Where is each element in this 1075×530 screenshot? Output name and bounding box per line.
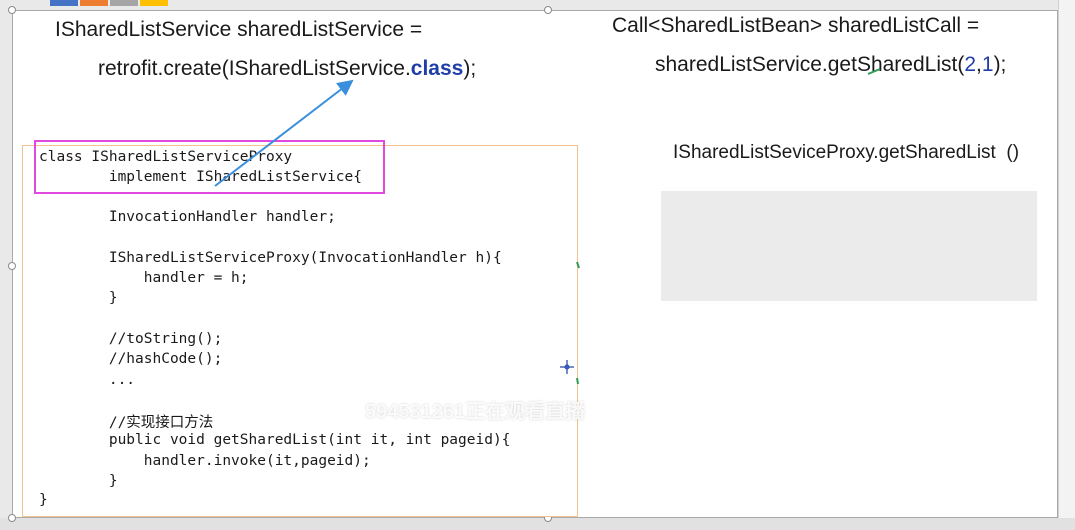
left-header-line2: retrofit.create(ISharedListService.class… <box>98 57 476 81</box>
right-header-line2-prefix: sharedListService.getSharedList( <box>655 53 965 76</box>
class-keyword: class <box>410 57 464 80</box>
code-line: handler = h; <box>39 270 249 286</box>
code-line: } <box>39 290 118 306</box>
vertical-scrollbar[interactable] <box>1058 0 1075 530</box>
code-line: ISharedListServiceProxy(InvocationHandle… <box>39 250 502 266</box>
resize-handle-top-left[interactable] <box>8 6 16 14</box>
resize-handle-top-middle[interactable] <box>544 6 552 14</box>
live-viewer-watermark: 594531261正在观看直播 <box>365 401 586 423</box>
right-header-line2: sharedListService.getSharedList(2,1); <box>655 53 1006 77</box>
grey-placeholder-panel <box>661 191 1037 301</box>
resize-handle-bottom-left[interactable] <box>8 514 16 522</box>
right-header-line2-suffix: ); <box>993 53 1007 76</box>
code-line: handler.invoke(it,pageid); <box>39 453 371 469</box>
left-header-line2-suffix: ); <box>463 57 477 80</box>
code-line: //hashCode(); <box>39 351 223 367</box>
horizontal-scrollbar[interactable] <box>0 518 1075 530</box>
highlight-box[interactable] <box>34 140 385 194</box>
arg-size: 1 <box>981 53 994 76</box>
resize-handle-middle-left[interactable] <box>8 262 16 270</box>
accent-strip-orange <box>80 0 108 6</box>
left-header-line1: ISharedListService sharedListService = <box>55 18 423 41</box>
code-line: ... <box>39 372 136 388</box>
accent-strip-yellow <box>140 0 168 6</box>
accent-strip-blue <box>50 0 78 6</box>
right-header-line1: Call<SharedListBean> sharedListCall = <box>612 14 980 37</box>
left-header-line2-prefix: retrofit.create(ISharedListService. <box>98 57 411 80</box>
code-line: } <box>39 492 48 508</box>
code-line: InvocationHandler handler; <box>39 209 336 225</box>
code-line: //toString(); <box>39 331 223 347</box>
arg-page: 2 <box>964 53 977 76</box>
proxy-call-text: ISharedListSeviceProxy.getSharedList () <box>673 142 1020 163</box>
code-line: } <box>39 473 118 489</box>
code-line: public void getSharedList(int it, int pa… <box>39 432 511 448</box>
accent-strip-grey <box>110 0 138 6</box>
crosshair-icon <box>560 360 574 374</box>
code-line: //实现接口方法 <box>39 415 214 431</box>
